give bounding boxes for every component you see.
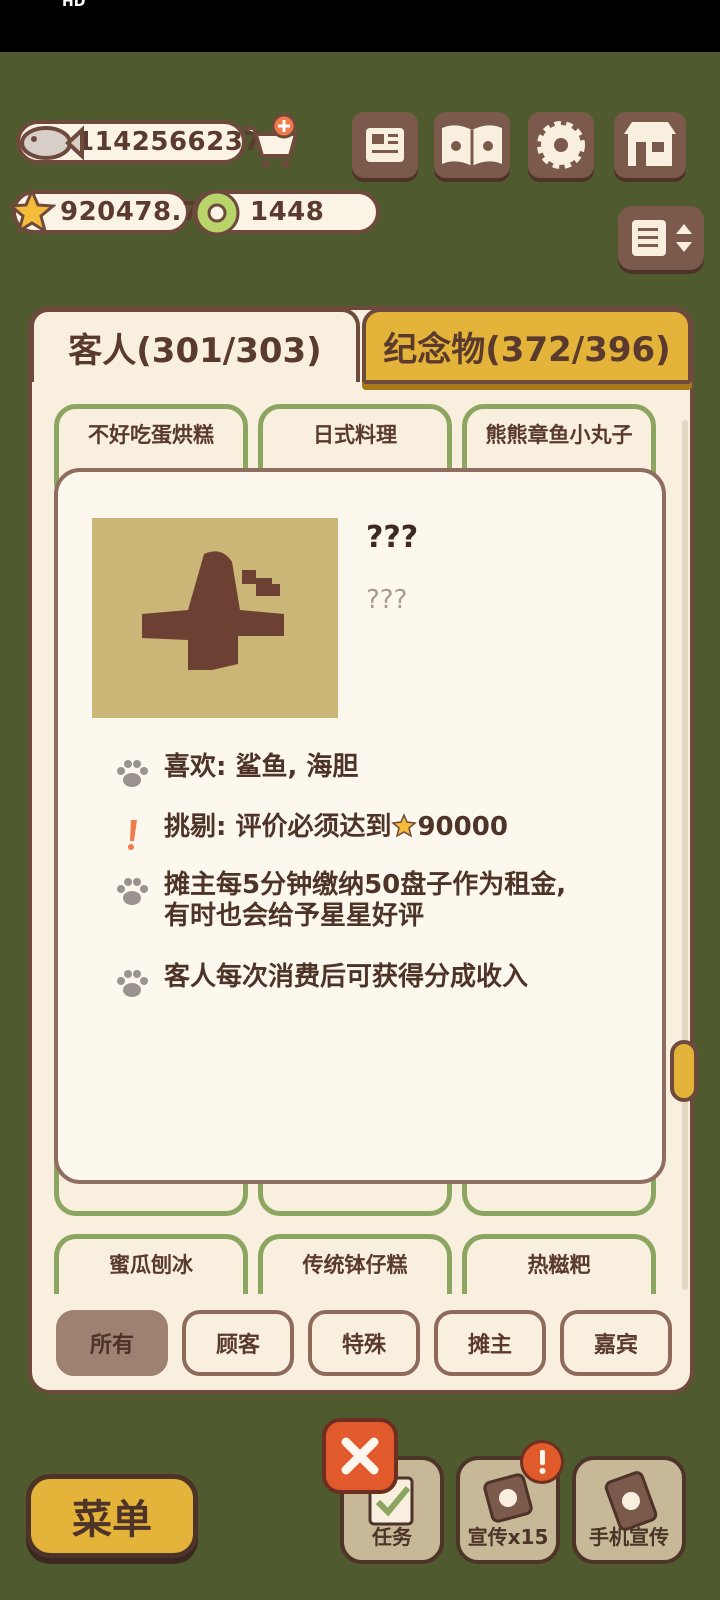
guest-card-label: 熊熊章鱼小丸子 [485,423,633,447]
shop-cart-icon[interactable] [240,112,302,172]
filter-stall-owners[interactable]: 摊主 [434,1310,546,1376]
star-value: 920478.7 [60,197,201,227]
guest-name: ??? [366,520,419,555]
tasks-label: 任务 [372,1525,412,1549]
exclamation-icon [539,1450,546,1474]
guest-card-label: 传统钵仔糕 [302,1253,408,1277]
guest-card[interactable]: 热糍粑 [462,1234,656,1294]
paw-book-icon [442,125,502,166]
filter-customers[interactable]: 顾客 [182,1310,294,1376]
tab-souvenirs[interactable]: 纪念物(372/396) [362,308,692,384]
close-modal-button[interactable] [322,1418,398,1494]
guest-card[interactable]: 蜜瓜刨冰 [54,1234,248,1294]
hd-indicator: HD [62,0,86,10]
share-text: 客人每次消费后可获得分成收入 [164,962,529,992]
paw-icon [117,970,148,997]
rent-text: 摊主每5分钟缴纳50盘子作为租金, 有时也会给予星星好评 [164,870,566,932]
promo-label: 宣传x15 [467,1525,549,1549]
newspaper-icon [366,128,404,162]
guest-description: ??? [366,585,408,615]
guest-card-label: 日式料理 [313,423,397,447]
likes-row: 喜欢: 鲨鱼, 海胆 [114,752,358,792]
phone-promo-label: 手机宣传 [589,1525,669,1549]
scrollbar-track [682,420,688,1290]
phone-promo-button[interactable]: 手机宣传 [572,1456,686,1564]
newspaper-button[interactable] [352,112,418,178]
paw-icon [117,878,148,905]
picky-row: 挑剔: 评价必须达到 90000 [114,812,508,852]
guest-silhouette-icon [142,551,284,670]
fish-value: 1142566237 [76,127,262,157]
rent-line-1: 摊主每5分钟缴纳50盘子作为租金, [164,870,567,900]
guest-card[interactable]: 传统钵仔糕 [258,1234,452,1294]
fish-icon [20,125,84,161]
exclamation-icon [128,820,137,850]
likes-text: 喜欢: 鲨鱼, 海胆 [164,752,359,782]
filter-special[interactable]: 特殊 [308,1310,420,1376]
star-icon [8,188,56,235]
star-icon [391,813,418,838]
share-row: 客人每次消费后可获得分成收入 [114,962,528,1002]
coin-value: 1448 [250,197,325,227]
scrollbar-thumb[interactable] [670,1040,698,1102]
status-bar: HD [0,0,720,52]
picky-text: 挑剔: 评价必须达到 90000 [164,812,508,843]
filter-all[interactable]: 所有 [56,1310,168,1376]
shop-button[interactable] [614,112,686,178]
guest-portrait [92,518,338,718]
recipe-book-button[interactable] [434,112,510,178]
sort-toggle-button[interactable] [618,206,704,270]
tab-guests[interactable]: 客人(301/303) [30,308,360,382]
notification-badge [520,1440,564,1484]
sort-list-icon [632,220,692,256]
green-ring-icon [194,190,240,236]
close-icon [341,1437,379,1475]
picky-value: 90000 [417,812,508,842]
guest-card-label: 蜜瓜刨冰 [109,1253,193,1277]
menu-button[interactable]: 菜单 [26,1474,198,1558]
settings-button[interactable] [528,112,594,178]
filter-guests-vip[interactable]: 嘉宾 [560,1310,672,1376]
gear-icon [537,121,585,169]
store-icon [624,122,676,166]
rent-line-2: 有时也会给予星星好评 [164,901,425,931]
paw-icon [117,760,148,787]
guest-card-label: 不好吃蛋烘糕 [88,423,214,447]
picky-label: 挑剔: 评价必须达到 [164,812,392,842]
rent-row: 摊主每5分钟缴纳50盘子作为租金, 有时也会给予星星好评 [114,870,566,932]
guest-card-label: 热糍粑 [527,1253,591,1277]
